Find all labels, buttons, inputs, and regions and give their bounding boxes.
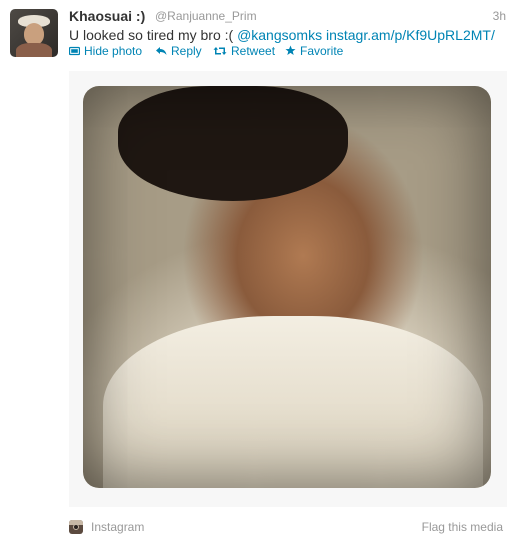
media-container — [69, 71, 507, 507]
hide-photo-label: Hide photo — [84, 44, 143, 58]
favorite-button[interactable]: Favorite — [285, 44, 343, 58]
media-source-link[interactable]: Instagram — [91, 520, 144, 534]
tweet-text: U looked so tired my bro :( @kangsomks i… — [69, 26, 509, 44]
screen-name[interactable]: @Ranjuanne_Prim — [155, 9, 257, 23]
reply-arrow-icon — [156, 47, 167, 55]
avatar-body — [16, 43, 52, 57]
mention-link[interactable]: @kangsomks — [237, 27, 322, 43]
instagram-icon — [69, 520, 83, 534]
avatar-face — [24, 23, 44, 45]
star-icon — [285, 45, 296, 55]
avatar[interactable] — [10, 9, 58, 57]
tweet-text-plain: U looked so tired my bro :( — [69, 27, 238, 43]
photo-icon — [69, 46, 80, 56]
url-link[interactable]: instagr.am/p/Kf9UpRL2MT/ — [326, 27, 495, 43]
flag-media-link[interactable]: Flag this media — [422, 520, 503, 534]
favorite-label: Favorite — [300, 44, 344, 58]
hide-photo-button[interactable]: Hide photo — [69, 44, 142, 58]
photo-vignette — [83, 86, 491, 488]
media-footer: Instagram Flag this media — [69, 520, 507, 536]
reply-label: Reply — [171, 44, 202, 58]
tweet-header: Khaosuai :) @Ranjuanne_Prim 3h — [69, 8, 506, 28]
retweet-icon — [213, 47, 227, 55]
retweet-button[interactable]: Retweet — [213, 44, 275, 58]
fullname[interactable]: Khaosuai :) — [69, 8, 145, 24]
retweet-label: Retweet — [231, 44, 276, 58]
timestamp[interactable]: 3h — [493, 9, 506, 23]
reply-button[interactable]: Reply — [155, 44, 202, 58]
tweet-photo[interactable] — [83, 86, 491, 488]
